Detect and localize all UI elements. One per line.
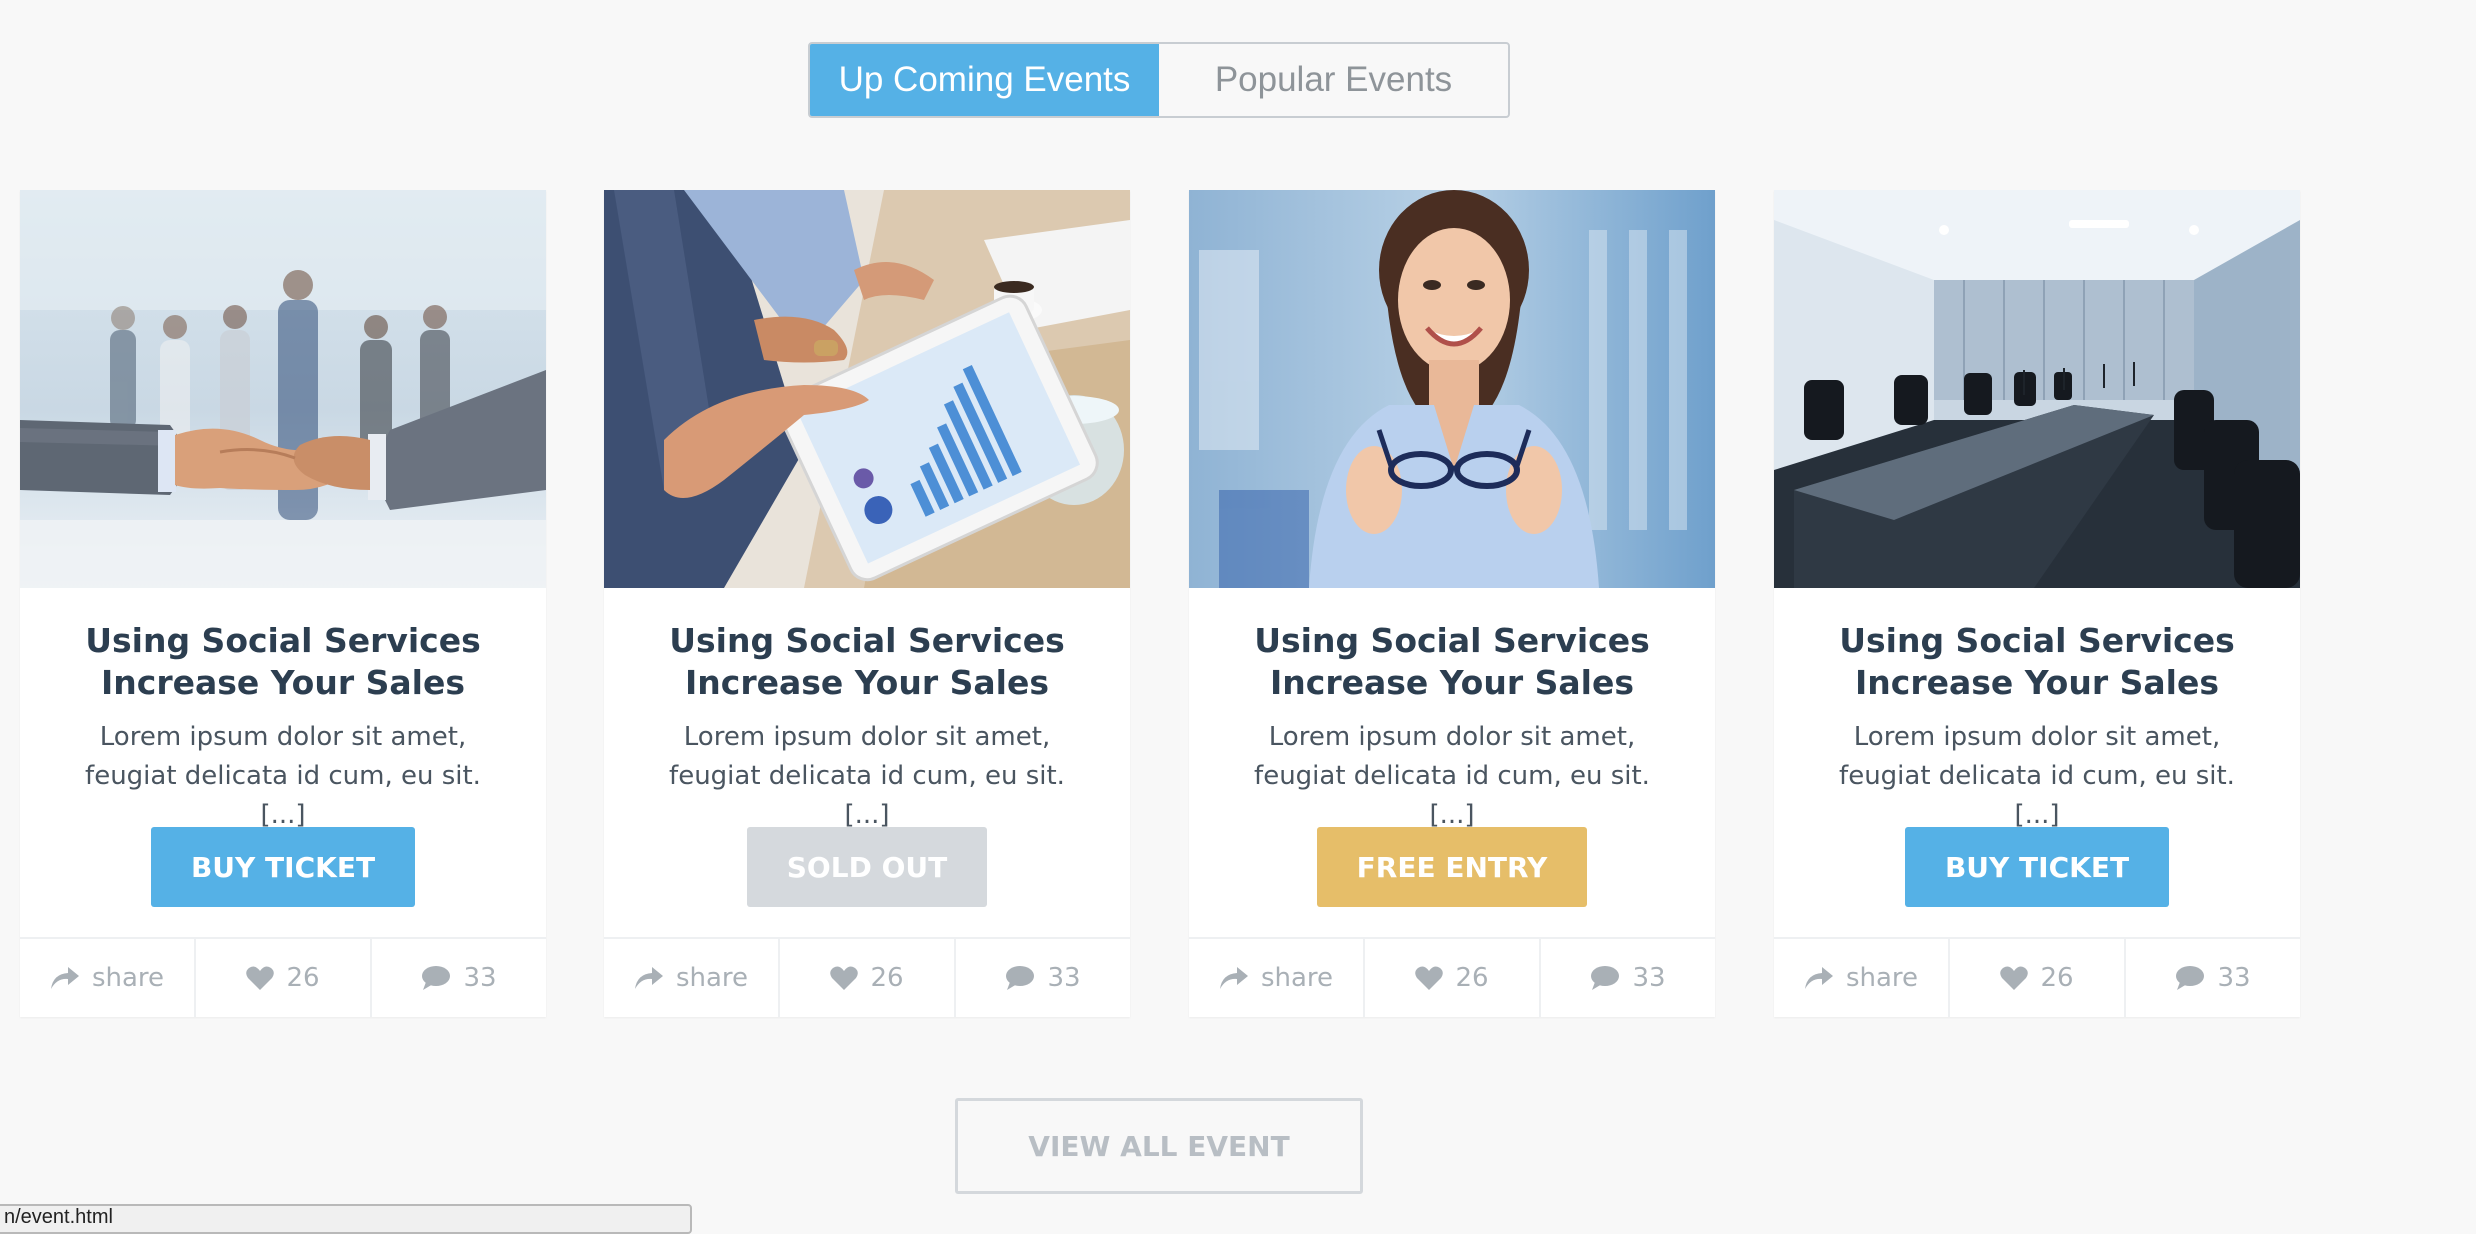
conference-room-photo	[1774, 190, 2300, 588]
event-button-wrapper: BUY TICKET	[20, 827, 546, 907]
comment-icon	[1006, 966, 1035, 990]
tablet-chart-photo	[604, 190, 1130, 588]
event-title[interactable]: Using Social Services Increase Your Sale…	[1774, 620, 2300, 704]
share-label: share	[1845, 963, 1919, 993]
comment-count: 33	[1632, 963, 1666, 993]
heart-icon	[1415, 966, 1444, 990]
like-count: 26	[870, 963, 904, 993]
free-entry-button[interactable]: FREE ENTRY	[1316, 827, 1588, 907]
comment-icon	[2176, 966, 2205, 990]
comment-icon	[422, 966, 451, 990]
browser-status-url: n/event.html	[0, 1204, 692, 1234]
comment-icon	[1591, 966, 1620, 990]
event-button-wrapper: SOLD OUT	[604, 827, 1130, 907]
handshake-photo	[20, 190, 546, 588]
event-button-wrapper: BUY TICKET	[1774, 827, 2300, 907]
share-label: share	[91, 963, 165, 993]
share-label: share	[675, 963, 749, 993]
sold-out-button[interactable]: SOLD OUT	[746, 827, 988, 907]
event-title[interactable]: Using Social Services Increase Your Sale…	[1189, 620, 1715, 704]
event-image-handshake[interactable]	[20, 190, 546, 588]
like-count: 26	[1455, 963, 1489, 993]
share-button[interactable]: share	[604, 939, 780, 1017]
comment-count: 33	[2217, 963, 2251, 993]
heart-icon	[246, 966, 275, 990]
events-tab-switcher: Up Coming Events Popular Events	[808, 42, 1510, 118]
share-button[interactable]: share	[1774, 939, 1950, 1017]
event-button-wrapper: FREE ENTRY	[1189, 827, 1715, 907]
comment-count: 33	[1047, 963, 1081, 993]
heart-icon	[2000, 966, 2029, 990]
share-icon	[1219, 967, 1248, 989]
tab-popular-events[interactable]: Popular Events	[1159, 44, 1508, 116]
buy-ticket-button[interactable]: BUY TICKET	[150, 827, 416, 907]
event-image-conference[interactable]	[1774, 190, 2300, 588]
comment-button[interactable]: 33	[372, 939, 546, 1017]
buy-ticket-button[interactable]: BUY TICKET	[1904, 827, 2170, 907]
share-icon	[634, 967, 663, 989]
event-image-tablet[interactable]	[604, 190, 1130, 588]
event-card: Using Social Services Increase Your Sale…	[1774, 190, 2300, 1017]
share-icon	[1804, 967, 1833, 989]
like-button[interactable]: 26	[1365, 939, 1541, 1017]
event-card-footer: share 26 33	[1774, 937, 2300, 1017]
comment-button[interactable]: 33	[956, 939, 1130, 1017]
heart-icon	[830, 966, 859, 990]
share-label: share	[1260, 963, 1334, 993]
tab-upcoming-events[interactable]: Up Coming Events	[810, 44, 1159, 116]
event-title[interactable]: Using Social Services Increase Your Sale…	[604, 620, 1130, 704]
event-card: Using Social Services Increase Your Sale…	[1189, 190, 1715, 1017]
like-count: 26	[286, 963, 320, 993]
like-count: 26	[2040, 963, 2074, 993]
event-card-footer: share 26 33	[20, 937, 546, 1017]
share-button[interactable]: share	[1189, 939, 1365, 1017]
like-button[interactable]: 26	[780, 939, 956, 1017]
like-button[interactable]: 26	[1950, 939, 2126, 1017]
share-button[interactable]: share	[20, 939, 196, 1017]
comment-count: 33	[463, 963, 497, 993]
event-description: Lorem ipsum dolor sit amet, feugiat deli…	[669, 722, 1065, 830]
woman-glasses-photo	[1189, 190, 1715, 588]
view-all-events-button[interactable]: VIEW ALL EVENT	[955, 1098, 1363, 1194]
share-icon	[50, 967, 79, 989]
event-card: Using Social Services Increase Your Sale…	[604, 190, 1130, 1017]
like-button[interactable]: 26	[196, 939, 372, 1017]
event-card: Using Social Services Increase Your Sale…	[20, 190, 546, 1017]
event-image-woman[interactable]	[1189, 190, 1715, 588]
event-card-footer: share 26 33	[1189, 937, 1715, 1017]
event-card-footer: share 26 33	[604, 937, 1130, 1017]
event-description: Lorem ipsum dolor sit amet, feugiat deli…	[85, 722, 481, 830]
comment-button[interactable]: 33	[1541, 939, 1715, 1017]
event-description: Lorem ipsum dolor sit amet, feugiat deli…	[1839, 722, 2235, 830]
event-title[interactable]: Using Social Services Increase Your Sale…	[20, 620, 546, 704]
event-description: Lorem ipsum dolor sit amet, feugiat deli…	[1254, 722, 1650, 830]
comment-button[interactable]: 33	[2126, 939, 2300, 1017]
